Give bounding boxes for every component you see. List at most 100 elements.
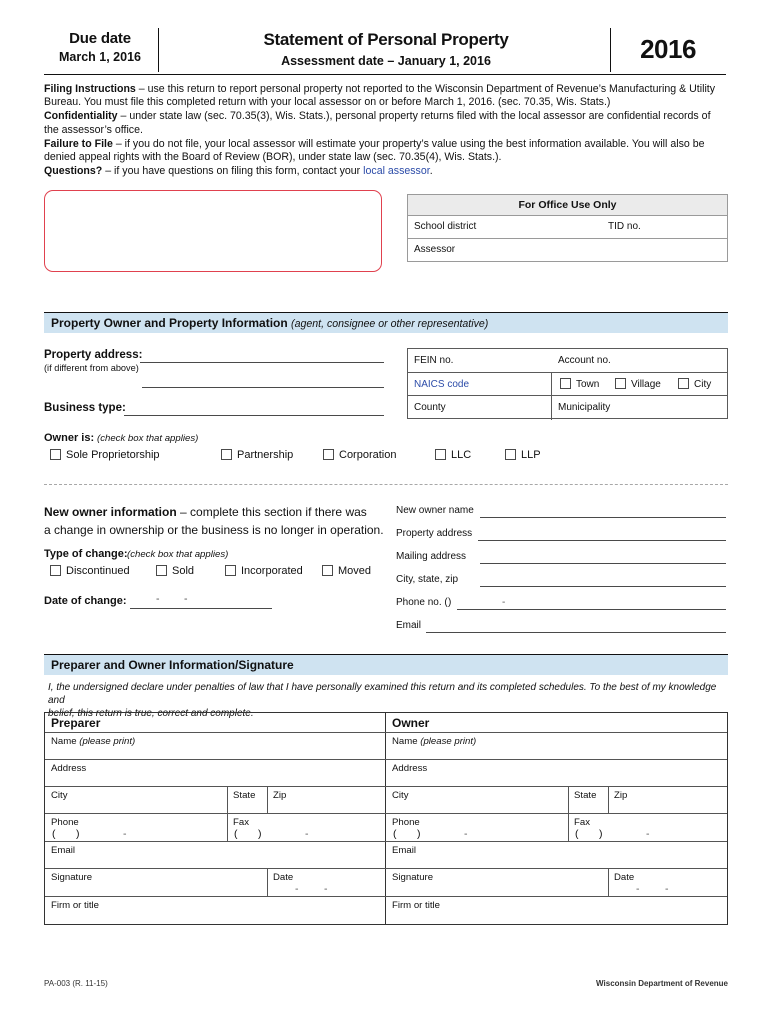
new-owner-name-input[interactable] — [480, 517, 726, 518]
owner-is-note: (check box that applies) — [97, 433, 199, 444]
owner-csz-cell: City State Zip — [386, 787, 727, 813]
checkbox-town[interactable] — [560, 377, 571, 389]
table-row-city-state-zip: City State Zip City State Zip — [45, 787, 727, 814]
label-moved: Moved — [338, 565, 372, 577]
new-owner-mailing-address-input[interactable] — [480, 563, 726, 564]
label-llc: LLC — [451, 449, 472, 461]
date-of-change-sep-1: - — [156, 593, 160, 605]
type-of-change-label: Type of change: — [44, 548, 128, 560]
owner-date-dash-2: - — [665, 883, 669, 895]
info-row-county: County Municipality — [408, 396, 727, 420]
label-llp: LLP — [521, 449, 541, 461]
preparer-email-cell[interactable]: Email — [45, 842, 386, 868]
preparer-name-cell[interactable]: Name (please print) — [45, 733, 386, 759]
preparer-band-inner: Preparer and Owner Information/Signature — [44, 655, 728, 675]
new-owner-email-input[interactable] — [426, 632, 726, 633]
preparer-email-label: Email — [51, 845, 75, 856]
checkbox-moved[interactable] — [322, 565, 333, 576]
checkbox-discontinued[interactable] — [50, 565, 61, 576]
naics-code-link[interactable]: NAICS code — [414, 379, 469, 390]
business-type-input[interactable] — [124, 415, 384, 416]
owner-phone-paren-open: ( — [393, 828, 397, 840]
checkbox-village[interactable] — [615, 377, 626, 389]
preparer-fax-label: Fax — [233, 817, 249, 828]
owner-date-label: Date — [614, 872, 635, 883]
label-sold: Sold — [172, 565, 195, 577]
new-owner-phone-input[interactable] — [457, 609, 726, 610]
declaration-line-1: I, the undersigned declare under penalti… — [48, 682, 717, 706]
checkbox-llc[interactable] — [435, 449, 446, 460]
form-title-block: Statement of Personal Property Assessmen… — [162, 30, 610, 68]
preparer-csz-cell: City State Zip — [45, 787, 386, 813]
date-of-change-input[interactable] — [130, 608, 272, 609]
table-row-email: Email Email — [45, 842, 727, 869]
checkbox-corporation[interactable] — [323, 449, 334, 460]
confidentiality: Confidentiality – under state law (sec. … — [44, 110, 728, 136]
owner-fax-paren-close: ) — [599, 828, 603, 840]
date-of-change-label: Date of change: — [44, 595, 127, 607]
label-discontinued: Discontinued — [66, 565, 130, 577]
property-address-line-1[interactable] — [140, 362, 384, 363]
new-owner-phone-paren-close: ) — [448, 597, 452, 608]
owner-csz-sep-2 — [608, 787, 609, 813]
owner-name-label: Name (please print) — [392, 736, 477, 747]
preparer-firm-label: Firm or title — [51, 900, 99, 911]
owner-fax-dash: - — [646, 828, 650, 840]
page-title: Statement of Personal Property — [263, 30, 509, 49]
preparer-address-cell[interactable]: Address — [45, 760, 386, 786]
owner-column-header: Owner — [386, 713, 727, 732]
owner-date-dash-1: - — [636, 883, 640, 895]
checkbox-sole-proprietorship[interactable] — [50, 449, 61, 460]
owner-phone-dash: - — [464, 828, 468, 840]
owner-phone-fax-sep — [568, 814, 569, 841]
checkbox-incorporated[interactable] — [225, 565, 236, 576]
preparer-phone-paren-close: ) — [76, 828, 80, 840]
new-owner-property-address-input[interactable] — [478, 540, 726, 541]
new-owner-phone-label: Phone no. ( — [396, 597, 448, 608]
checkbox-sold[interactable] — [156, 565, 167, 576]
property-address-note: (if different from above) — [44, 363, 139, 373]
new-owner-city-state-zip-input[interactable] — [480, 586, 726, 587]
form-header: Due date March 1, 2016 Statement of Pers… — [44, 28, 726, 76]
questions: Questions? – if you have questions on fi… — [44, 165, 728, 178]
new-owner-phone-dash: - — [502, 597, 506, 608]
owner-state-label: State — [574, 790, 597, 801]
form-page: Due date March 1, 2016 Statement of Pers… — [0, 0, 770, 1024]
village-label: Village — [631, 378, 661, 390]
section-divider-dashed — [44, 484, 728, 485]
checkbox-partnership[interactable] — [221, 449, 232, 460]
new-owner-heading-bold: New owner information — [44, 505, 177, 519]
preparer-firm-cell[interactable]: Firm or title — [45, 897, 386, 924]
instructions-block: Filing Instructions – use this return to… — [44, 83, 728, 179]
owner-firm-cell[interactable]: Firm or title — [386, 897, 727, 924]
agency-name: Wisconsin Department of Revenue — [596, 979, 728, 988]
preparer-city-label: City — [51, 790, 68, 801]
local-assessor-link[interactable]: local assessor — [363, 165, 430, 177]
checkbox-llp[interactable] — [505, 449, 516, 460]
questions-period: . — [429, 165, 433, 178]
type-of-change-note: (check box that applies) — [127, 549, 229, 560]
school-district-label: School district — [414, 221, 477, 232]
table-row-signature-date: Signature Date - - Signature Date - - — [45, 869, 727, 897]
preparer-address-label: Address — [51, 763, 87, 774]
preparer-column-header: Preparer — [45, 713, 386, 732]
confidentiality-text: – under state law (sec. 70.35(3), Wis. S… — [44, 110, 711, 136]
mailing-address-box[interactable] — [44, 190, 382, 272]
preparer-band-title: Preparer and Owner Information/Signature — [51, 658, 294, 672]
owner-name-cell[interactable]: Name (please print) — [386, 733, 727, 759]
info-grid-vertical-separator — [551, 372, 552, 420]
date-of-change-sep-2: - — [184, 593, 188, 605]
property-address-line-2[interactable] — [142, 387, 384, 388]
questions-label: Questions? — [44, 165, 103, 178]
owner-city-label: City — [392, 790, 409, 801]
property-owner-section-band: Property Owner and Property Information … — [44, 312, 728, 333]
owner-email-cell[interactable]: Email — [386, 842, 727, 868]
owner-address-cell[interactable]: Address — [386, 760, 727, 786]
owner-phone-label: Phone — [392, 817, 420, 828]
checkbox-city[interactable] — [678, 377, 689, 389]
owner-zip-label: Zip — [614, 790, 628, 801]
city-label: City — [694, 378, 712, 390]
town-label: Town — [576, 378, 600, 390]
info-row-naics: NAICS code Town Village City — [408, 373, 727, 397]
label-partnership: Partnership — [237, 449, 294, 461]
